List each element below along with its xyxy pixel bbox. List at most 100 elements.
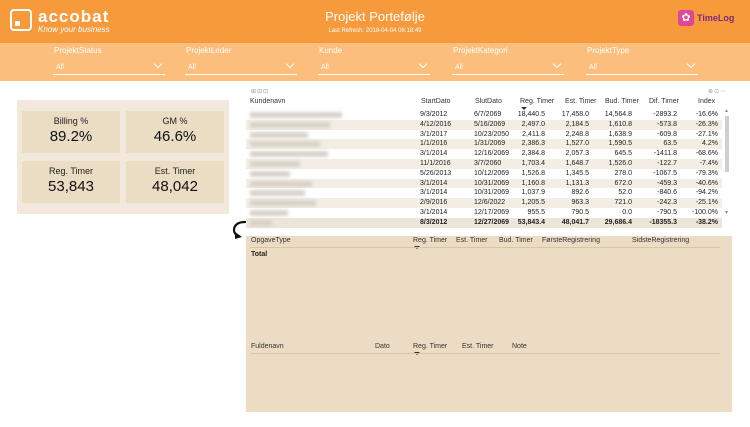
chevron-down-icon[interactable]	[418, 59, 428, 69]
table-cell: 2,384.8	[521, 150, 545, 158]
total-row-label: Total	[251, 251, 268, 258]
redacted-customer-name	[250, 131, 308, 138]
column-header-fuldenavn[interactable]: Fuldenavn	[251, 343, 284, 350]
scroll-up-icon[interactable]: ▲	[724, 108, 729, 114]
column-header-reg-timer[interactable]: Reg. Timer	[520, 98, 554, 105]
filter-kunde[interactable]: Kunde All	[318, 46, 430, 76]
focus-mode-icons[interactable]: ⊕⊙⋯	[708, 88, 727, 95]
table-cell: 12/17/2069	[474, 209, 510, 216]
kpi-value: 46.6%	[153, 128, 197, 145]
table-row[interactable]: 3/1/2014 12/17/2069 955.5 790.5 0.0 -790.5 -10…	[246, 208, 722, 218]
table-row[interactable]: 3/1/2017 10/23/2050 2,411.8 2,248.8 1,638.9 -…	[246, 129, 722, 140]
table-cell: 1,205.5	[521, 199, 545, 207]
table-row[interactable]: 4/12/2016 5/16/2069 2,497.0 2,184.5 1,610.8 -…	[246, 119, 722, 130]
column-header-bud-timer[interactable]: Bud. Timer	[605, 98, 639, 105]
chevron-down-icon[interactable]	[153, 59, 163, 69]
table-cell: -2893.2	[653, 111, 677, 118]
table-row[interactable]: 1/1/2016 1/31/2069 2,386.3 1,527.0 1,590.5 63…	[246, 139, 722, 150]
table-cell: 4.2%	[702, 140, 718, 148]
table-cell: -79.3%	[695, 169, 718, 177]
table-cell: 1,648.7	[565, 160, 589, 167]
table-cell: 1,526.8	[521, 169, 545, 177]
table-row[interactable]: 3/1/2014 10/31/2069 1,160.8 1,131.3 672.0 -45…	[246, 178, 722, 189]
column-header-reg-timer[interactable]: Reg. Timer	[413, 343, 447, 350]
table-row[interactable]: 5/26/2013 10/12/2069 1,526.8 1,345.5 278.0 -1…	[246, 168, 722, 179]
table-cell: 6/7/2069	[474, 111, 502, 118]
table-row[interactable]: 3/1/2014 10/31/2069 1,037.9 892.6 52.0 -840.6…	[246, 188, 722, 199]
redacted-customer-name	[250, 180, 312, 187]
scroll-down-icon[interactable]: ▼	[724, 210, 729, 216]
filter-dropdown[interactable]: All	[586, 59, 698, 75]
table-row[interactable]: 9/3/2012 6/7/2069 18,440.5 17,458.0 14,564.8…	[246, 110, 722, 120]
table-cell: 18,440.5	[517, 111, 545, 118]
table-cell: -122.7	[657, 160, 677, 167]
filter-label: ProjektType	[587, 46, 630, 55]
filter-projektleder[interactable]: ProjektLeder All	[185, 46, 297, 76]
table-cell: -25.1%	[695, 199, 718, 207]
total-row[interactable]: 8/3/2012 12/27/2069 53,843.4 48,041.7 29,686…	[246, 217, 722, 228]
redacted-customer-name	[250, 141, 320, 148]
filter-dropdown[interactable]: All	[185, 59, 297, 75]
table-cell: 12/16/2069	[474, 150, 510, 158]
column-header-forste-registrering[interactable]: FørsteRegistrering	[542, 237, 600, 244]
table-row[interactable]: 3/1/2014 12/16/2069 2,384.8 2,057.3 645.5 -14…	[246, 149, 722, 159]
column-header-note[interactable]: Note	[512, 343, 527, 350]
table-cell: 3/1/2017	[420, 130, 448, 138]
filter-label: ProjektLeder	[186, 46, 232, 55]
column-header-index[interactable]: Index	[698, 98, 715, 105]
filter-projekttype[interactable]: ProjektType All	[586, 46, 698, 76]
column-header-dato[interactable]: Dato	[375, 343, 390, 350]
chevron-down-icon[interactable]	[285, 59, 295, 69]
column-header-opgavetype[interactable]: OpgaveType	[251, 237, 291, 244]
table-cell: 11/1/2016	[420, 160, 451, 167]
filter-dropdown[interactable]: All	[53, 59, 165, 75]
detail-panel: OpgaveType Reg. Timer Est. Timer Bud. Ti…	[246, 236, 732, 412]
table-cell: 3/1/2014	[420, 179, 448, 187]
table-cell: 10/23/2050	[474, 130, 510, 138]
table-cell: 12/27/2069	[474, 218, 510, 226]
table-cell: 1/31/2069	[474, 140, 506, 148]
table-cell: 12/6/2022	[474, 199, 506, 207]
kpi-gm: GM % 46.6%	[126, 111, 224, 153]
column-header-est-timer[interactable]: Est. Timer	[456, 237, 488, 244]
filter-projektstatus[interactable]: ProjektStatus All	[53, 46, 165, 76]
table-row[interactable]: 2/9/2016 12/6/2022 1,205.5 963.3 721.0 -242.3…	[246, 198, 722, 208]
header-bar: accobat Know your business Projekt Porte…	[0, 0, 750, 43]
filter-dropdown[interactable]: All	[452, 59, 564, 75]
column-header-est-timer[interactable]: Est. Timer	[462, 343, 494, 350]
column-header-startdato[interactable]: StartDato	[421, 98, 451, 105]
table-cell: -790.5	[657, 209, 677, 216]
scrollbar-thumb[interactable]	[725, 116, 729, 172]
table-cell: 2/9/2016	[420, 199, 448, 207]
column-header-sidste-registrering[interactable]: SidsteRegistrering	[632, 237, 689, 244]
table-cell: 1/1/2016	[420, 140, 448, 148]
kpi-billing: Billing % 89.2%	[22, 111, 120, 153]
kpi-label: Reg. Timer	[48, 166, 93, 176]
table-cell: 4/12/2016	[420, 120, 452, 128]
visual-header-icons[interactable]: ⊞⊟⊡	[251, 88, 269, 95]
filter-projektkategori[interactable]: ProjektKategori All	[452, 46, 564, 76]
column-header-slutdato[interactable]: SlutDato	[475, 98, 502, 105]
table-cell: -26.3%	[695, 120, 718, 128]
timelog-logo: ✿ TimeLog	[678, 9, 734, 27]
column-header-est-timer[interactable]: Est. Timer	[565, 98, 597, 105]
table-cell: 63.5	[663, 140, 677, 148]
table-cell: 29,686.4	[604, 218, 632, 226]
table-cell: 892.6	[571, 189, 589, 197]
chevron-down-icon[interactable]	[686, 59, 696, 69]
filter-label: Kunde	[319, 46, 343, 55]
table-cell: -68.6%	[695, 150, 718, 158]
table-cell: 1,131.3	[565, 179, 589, 187]
column-header-dif-timer[interactable]: Dif. Timer	[649, 98, 679, 105]
table-row[interactable]: 11/1/2016 3/7/2060 1,703.4 1,648.7 1,526.0 -1…	[246, 159, 722, 169]
column-header-kundenavn[interactable]: Kundenavn	[250, 98, 285, 105]
filter-value: All	[455, 64, 463, 71]
chevron-down-icon[interactable]	[552, 59, 562, 69]
table-cell: 8/3/2012	[420, 218, 448, 226]
vertical-scrollbar[interactable]: ▲ ▼	[724, 108, 730, 216]
filter-label: ProjektStatus	[54, 46, 102, 55]
table-cell: 1,703.4	[521, 160, 545, 167]
column-header-reg-timer[interactable]: Reg. Timer	[413, 237, 447, 244]
column-header-bud-timer[interactable]: Bud. Timer	[499, 237, 533, 244]
filter-dropdown[interactable]: All	[318, 59, 430, 75]
